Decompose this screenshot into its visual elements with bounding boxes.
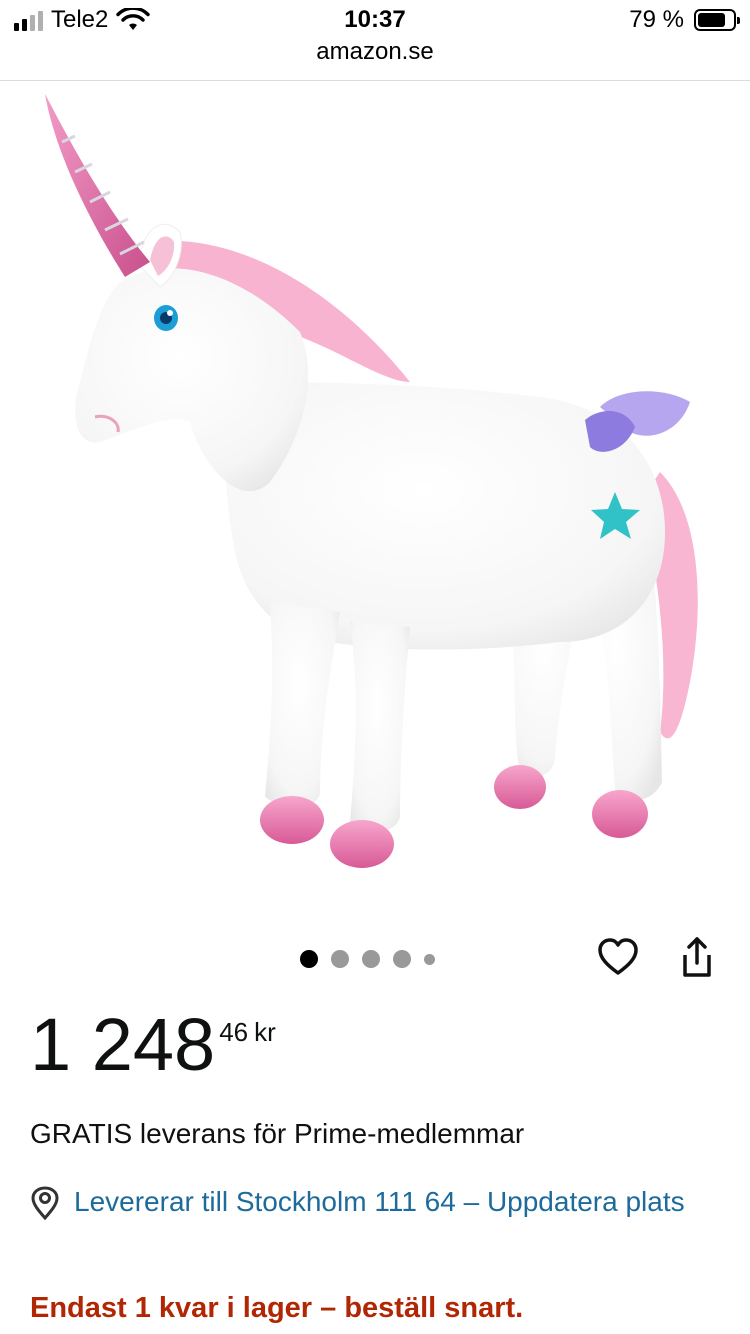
stock-warning: Endast 1 kvar i lager – beställ snart. bbox=[30, 1292, 524, 1324]
share-icon bbox=[683, 937, 711, 977]
battery-icon bbox=[694, 9, 740, 31]
image-carousel-dots[interactable] bbox=[300, 950, 435, 968]
carousel-dot[interactable] bbox=[393, 950, 411, 968]
share-button[interactable] bbox=[672, 932, 722, 982]
location-pin-icon bbox=[31, 1186, 59, 1220]
battery-fill bbox=[698, 13, 725, 27]
price-currency: kr bbox=[254, 1017, 276, 1047]
carousel-dot[interactable] bbox=[331, 950, 349, 968]
location-text[interactable]: Levererar till Stockholm 111 64 – Uppdat… bbox=[74, 1180, 685, 1224]
price-whole: 1 248 bbox=[30, 1003, 216, 1086]
battery-percent: 79 % bbox=[629, 6, 684, 33]
delivery-location-link[interactable]: Levererar till Stockholm 111 64 – Uppdat… bbox=[30, 1180, 720, 1224]
status-right: 79 % bbox=[629, 6, 740, 34]
price-fraction: 46 bbox=[219, 1017, 249, 1047]
url-label[interactable]: amazon.se bbox=[0, 38, 750, 66]
status-bar: Tele2 10:37 amazon.se 79 % bbox=[0, 0, 750, 81]
price: 1 248 46 kr bbox=[30, 1002, 276, 1088]
carousel-dot[interactable] bbox=[362, 950, 380, 968]
carousel-dot[interactable] bbox=[424, 953, 435, 965]
wishlist-button[interactable] bbox=[593, 932, 643, 982]
carousel-dot[interactable] bbox=[300, 950, 318, 968]
delivery-text: GRATIS leverans för Prime-medlemmar bbox=[30, 1118, 525, 1149]
heart-icon bbox=[598, 938, 638, 975]
unicorn-plush-image[interactable] bbox=[0, 82, 750, 922]
